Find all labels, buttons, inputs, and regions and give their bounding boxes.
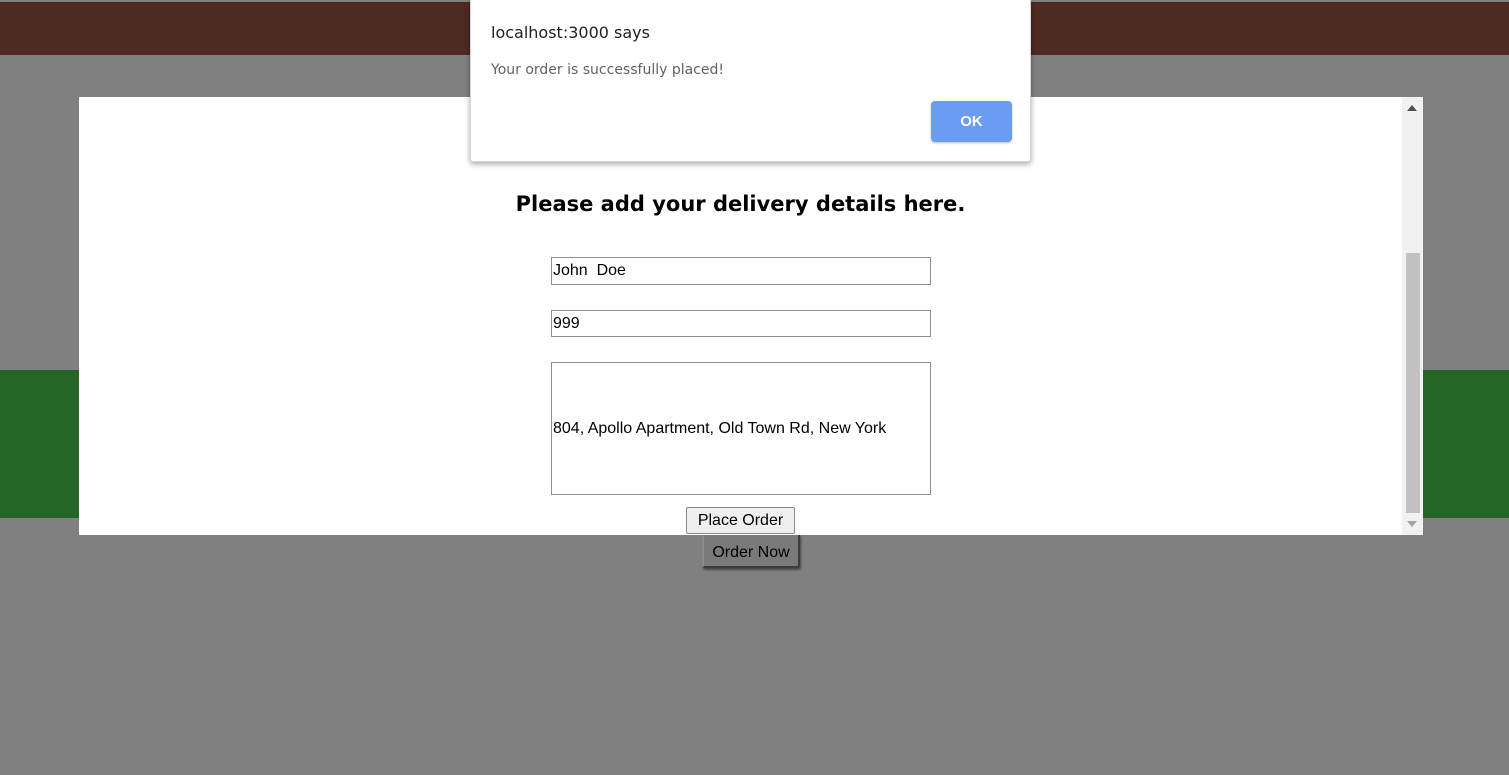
page: Order Now Please add your delivery detai… xyxy=(0,0,1509,775)
address-field[interactable]: 804, Apollo Apartment, Old Town Rd, New … xyxy=(551,362,931,495)
scroll-down-arrow-icon[interactable] xyxy=(1407,521,1417,527)
alert-message: Your order is successfully placed! xyxy=(491,62,724,78)
scroll-up-arrow-icon[interactable] xyxy=(1407,105,1417,111)
scrollbar-thumb[interactable] xyxy=(1406,253,1420,513)
alert-title: localhost:3000 says xyxy=(491,23,650,42)
address-text: 804, Apollo Apartment, Old Town Rd, New … xyxy=(553,419,887,437)
order-now-button[interactable]: Order Now xyxy=(702,533,800,568)
modal-heading: Please add your delivery details here. xyxy=(515,192,966,216)
delivery-details-modal: Please add your delivery details here. 8… xyxy=(79,97,1423,535)
alert-dialog: localhost:3000 says Your order is succes… xyxy=(470,0,1031,162)
phone-field[interactable] xyxy=(551,310,931,337)
alert-ok-button[interactable]: OK xyxy=(931,101,1012,142)
modal-scrollbar[interactable] xyxy=(1402,97,1423,535)
place-order-button[interactable]: Place Order xyxy=(686,507,795,534)
name-field[interactable] xyxy=(551,257,931,285)
